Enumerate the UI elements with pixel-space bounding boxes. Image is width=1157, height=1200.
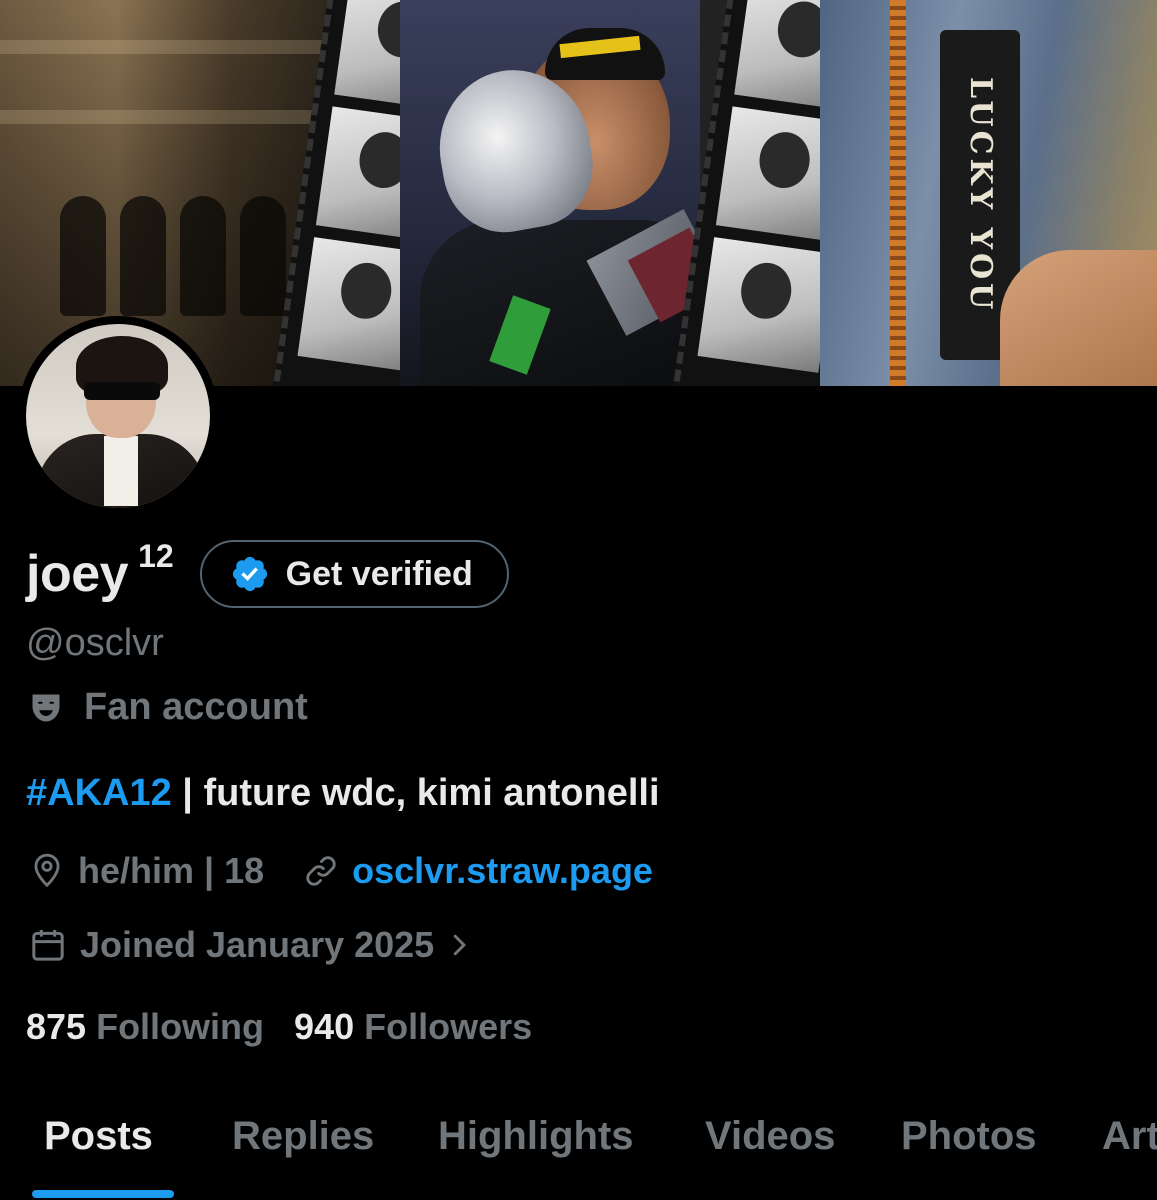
location-pin-icon: [34, 853, 60, 888]
name-row: joey 12 Get verified: [26, 537, 509, 608]
profile-category: Fan account: [28, 686, 308, 729]
calendar-icon: [32, 930, 64, 961]
following-label: Following: [96, 1006, 265, 1047]
display-name: joey: [26, 545, 129, 603]
theater-mask-icon: [32, 694, 60, 721]
website-item[interactable]: osclvr.straw.page: [302, 850, 653, 892]
verified-badge-icon: [232, 556, 267, 592]
active-tab-indicator: [32, 1190, 174, 1198]
follow-stats: 875 Following 940 Followers: [26, 1006, 562, 1048]
tab-highlights[interactable]: Highlights: [438, 1114, 634, 1159]
joined-date-row[interactable]: Joined January 2025: [28, 924, 474, 966]
following-stat[interactable]: 875 Following: [26, 1006, 264, 1048]
profile-bio: #AKA12 | future wdc, kimi antonelli: [26, 772, 660, 815]
tab-photos[interactable]: Photos: [901, 1114, 1037, 1159]
bio-hashtag-link[interactable]: #AKA12: [26, 772, 172, 814]
profile-avatar[interactable]: [18, 316, 218, 516]
tab-replies[interactable]: Replies: [232, 1114, 374, 1159]
get-verified-button[interactable]: Get verified: [199, 540, 509, 608]
get-verified-label: Get verified: [285, 554, 473, 593]
joined-text: Joined January 2025: [80, 924, 435, 965]
category-label: Fan account: [84, 686, 308, 728]
username-handle: @osclvr: [26, 622, 164, 664]
location-item: he/him | 18: [28, 850, 264, 892]
website-link[interactable]: osclvr.straw.page: [352, 850, 653, 892]
banner-zipper: [890, 0, 906, 386]
avatar-image: [26, 324, 210, 508]
location-text: he/him | 18: [78, 850, 265, 891]
following-count: 875: [26, 1006, 87, 1047]
link-icon: [306, 856, 336, 886]
tab-posts[interactable]: Posts: [44, 1114, 153, 1159]
bio-text: | future wdc, kimi antonelli: [171, 772, 660, 814]
profile-tabs: Posts Replies Highlights Videos Photos A…: [0, 1090, 1157, 1200]
banner-hand: [1000, 250, 1157, 386]
profile-banner[interactable]: LUCKY YOU: [0, 0, 1157, 386]
chevron-right-icon: [453, 934, 466, 956]
followers-count: 940: [294, 1006, 355, 1047]
display-name-suffix: 12: [138, 537, 174, 574]
tab-videos[interactable]: Videos: [705, 1114, 835, 1159]
followers-label: Followers: [364, 1006, 533, 1047]
tab-art[interactable]: Art: [1102, 1114, 1157, 1159]
followers-stat[interactable]: 940 Followers: [294, 1006, 532, 1048]
profile-meta-row: he/him | 18 osclvr.straw.page: [28, 850, 691, 892]
